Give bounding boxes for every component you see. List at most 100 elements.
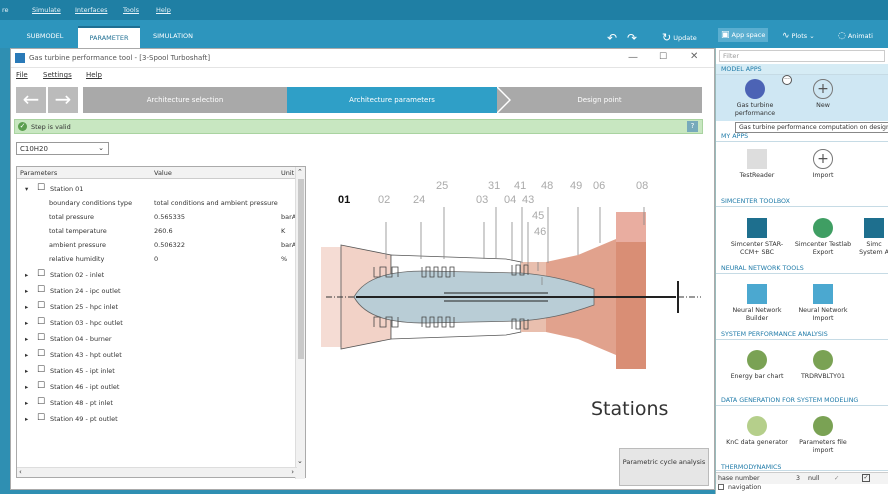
station-label-25: 25 [436,180,448,192]
menu-settings[interactable]: Settings [43,71,72,79]
tree-row-station[interactable]: ▸ ☐ Station 48 - pt inlet [17,396,295,410]
check-icon: ✓ [18,122,27,131]
step-design-point[interactable]: Design point [497,87,702,113]
forward-arrow-icon[interactable]: → [48,87,78,113]
header-unit[interactable]: Unit [281,169,294,177]
check-icon[interactable]: ✓ [834,475,839,482]
checkbox[interactable]: ✓ [862,474,870,482]
app-nn-import[interactable]: Neural Network Import [788,284,858,323]
menu-item-help[interactable]: Help [156,6,171,14]
tree-row-station[interactable]: ▸ ☐ Station 46 - ipt outlet [17,380,295,394]
app-star-ccm[interactable]: Simcenter STAR-CCM+ SBC [722,218,792,257]
menu-item-simulate[interactable]: Simulate [32,6,61,14]
plots-button[interactable]: ∿ Plots ⌄ [782,31,815,41]
app-trdrvbltyo1[interactable]: TRDRVBLTY01 [788,350,858,381]
scroll-down-icon[interactable]: ⌄ [297,457,303,465]
step-architecture-parameters[interactable]: Architecture parameters [287,87,497,113]
collapsed-icon[interactable]: ▸ [25,367,28,375]
undo-icon[interactable]: ↶ [607,31,617,45]
app-gas-turbine[interactable]: Gas turbine performance [720,79,790,118]
app-new[interactable]: + New [788,79,858,110]
status-bar: ✓ Step is valid ? [14,119,703,134]
app-space-button[interactable]: ▣ App space [718,28,769,42]
horizontal-scrollbar[interactable]: ‹ › [17,467,297,477]
header-value[interactable]: Value [154,169,172,177]
step-architecture-selection[interactable]: Architecture selection [83,87,287,113]
tree-row-station[interactable]: ▸ ☐ Station 25 - hpc inlet [17,300,295,314]
collapsed-icon[interactable]: ▸ [25,335,28,343]
app-system-a[interactable]: Simc System A [854,218,888,257]
menu-help[interactable]: Help [86,71,102,79]
tab-simulation[interactable]: SIMULATION [142,26,204,48]
filter-input[interactable]: Filter [719,50,885,62]
collapsed-icon[interactable]: ▸ [25,383,28,391]
header-parameters[interactable]: Parameters [20,169,57,177]
redo-icon[interactable]: ↷ [627,31,637,45]
collapsed-icon[interactable]: ▸ [25,319,28,327]
collapsed-icon[interactable]: ▸ [25,351,28,359]
tree-row-station[interactable]: ▸ ☐ Station 49 - pt outlet [17,412,295,426]
tree-row-station[interactable]: ▸ ☐ Station 43 - hpt outlet [17,348,295,362]
diagram-caption: Stations [591,398,669,420]
table-row[interactable]: boundary conditions type total conditions… [17,196,295,210]
parametric-cycle-analysis-button[interactable]: Parametric cycle analysis [619,448,709,486]
menu-item-re[interactable]: re [2,6,9,14]
testlab-icon [813,218,833,238]
chevron-down-icon: ⌄ [809,32,815,40]
station-label-45: 45 [532,210,544,222]
checkbox[interactable] [718,484,724,490]
collapsed-icon[interactable]: ▸ [25,303,28,311]
plus-icon: + [813,149,833,169]
scroll-right-icon[interactable]: › [291,468,294,476]
app-import[interactable]: + Import [788,149,858,180]
update-button[interactable]: ↻ Update [662,31,697,44]
menu-item-interfaces[interactable]: Interfaces [75,6,108,14]
tab-parameter[interactable]: PARAMETER [78,26,140,48]
table-row[interactable]: total temperature 260.6 K [17,224,295,238]
scroll-left-icon[interactable]: ‹ [19,468,22,476]
maximize-icon[interactable]: ☐ [659,52,667,62]
app-nn-builder[interactable]: Neural Network Builder [722,284,792,323]
close-icon[interactable]: ✕ [690,51,698,62]
animation-button[interactable]: ◌ Animati [838,31,873,41]
help-icon[interactable]: ? [687,121,698,132]
collapsed-icon[interactable]: ▸ [25,415,28,423]
app-testlab-export[interactable]: Simcenter Testlab Export [788,218,858,257]
navigation-row[interactable]: navigation [716,484,888,494]
station-label-46: 46 [534,226,546,238]
back-arrow-icon[interactable]: ← [16,87,46,113]
window-title: Gas turbine performance tool - [3-Spool … [29,54,211,62]
tree-row-station[interactable]: ▸ ☐ Station 03 - hpc outlet [17,316,295,330]
expanded-icon[interactable]: ▾ [25,185,28,193]
tree-row-station[interactable]: ▸ ☐ Station 24 - ipc outlet [17,284,295,298]
tab-submodel[interactable]: SUBMODEL [14,26,76,48]
menu-item-tools[interactable]: Tools [123,6,139,14]
app-energy-bar-chart[interactable]: Energy bar chart [722,350,792,381]
station-label-02: 02 [378,194,390,206]
folder-icon: ☐ [37,317,46,327]
collapsed-icon[interactable]: ▸ [25,287,28,295]
tree-row-station[interactable]: ▸ ☐ Station 02 - inlet [17,268,295,282]
refresh-icon: ↻ [662,31,672,44]
nn-import-icon [813,284,833,304]
app-testreader[interactable]: TestReader [722,149,792,180]
chevron-down-icon: ⌄ [98,144,104,152]
tree-row-station[interactable]: ▸ ☐ Station 45 - ipt inlet [17,364,295,378]
table-row[interactable]: total pressure 0.565335 barA [17,210,296,224]
app-parameters-file-import[interactable]: Parameters file import [788,416,858,455]
tree-row-station-01[interactable]: ▾ ☐ Station 01 [17,182,295,196]
folder-icon: ☐ [37,285,46,295]
app-knc-data-generator[interactable]: KnC data generator [722,416,792,447]
tree-row-station[interactable]: ▸ ☐ Station 04 - burner [17,332,295,346]
collapsed-icon[interactable]: ▸ [25,399,28,407]
table-row[interactable]: ambient pressure 0.506322 barA [17,238,296,252]
fuel-select[interactable]: C10H20 ⌄ [16,142,109,155]
collapsed-icon[interactable]: ▸ [25,271,28,279]
table-row[interactable]: relative humidity 0% [17,252,295,266]
vertical-scrollbar[interactable]: ⌃ ⌄ [295,167,305,479]
menu-file[interactable]: File [16,71,28,79]
scroll-thumb[interactable] [298,179,304,359]
scroll-up-icon[interactable]: ⌃ [297,168,303,176]
wizard-steps: Architecture selection Architecture para… [83,87,702,113]
minimize-icon[interactable]: — [628,52,638,63]
